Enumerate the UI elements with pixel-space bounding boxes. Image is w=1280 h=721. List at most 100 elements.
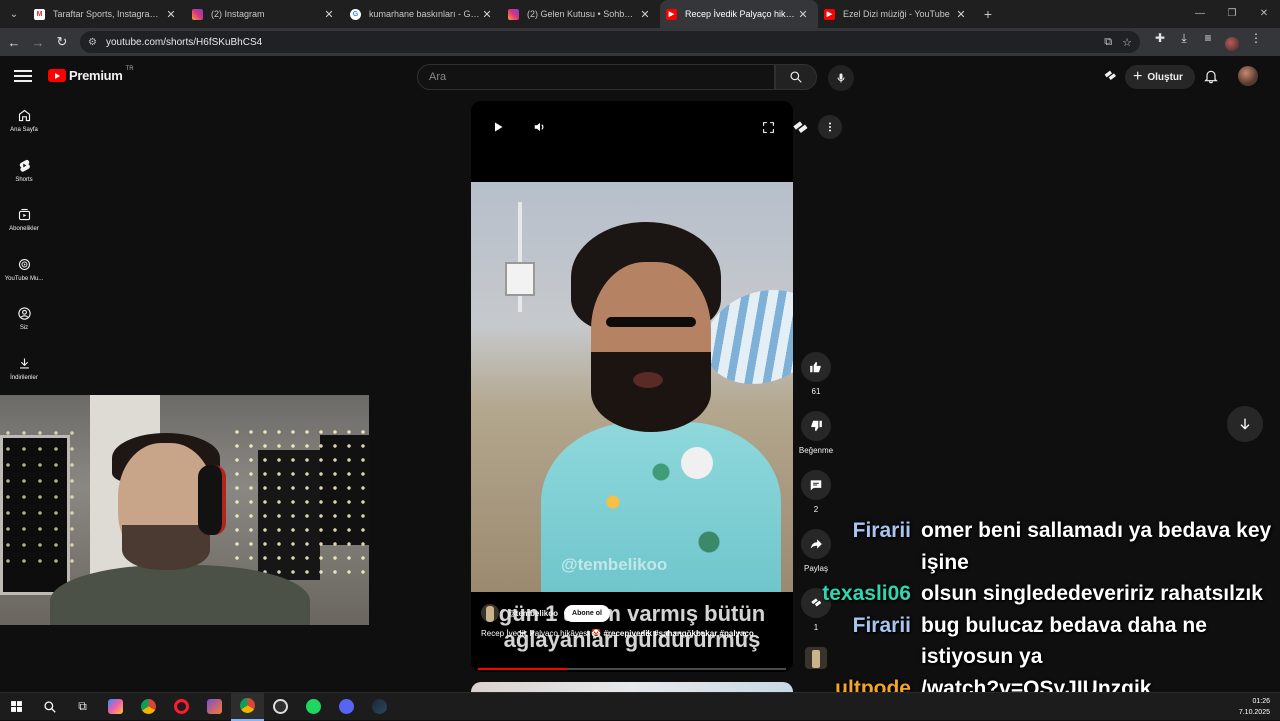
site-info-icon[interactable]: ⚙ — [88, 37, 102, 48]
taskbar-app-spotify[interactable] — [297, 693, 330, 721]
guide-item-shorts[interactable]: Shorts — [0, 146, 48, 196]
browser-profile-avatar[interactable] — [1220, 31, 1244, 54]
taskbar-app-copilot[interactable] — [99, 693, 132, 721]
remix-icon[interactable] — [790, 118, 810, 138]
like-button[interactable]: 61 — [798, 352, 834, 396]
close-tab-icon[interactable]: ✕ — [638, 8, 652, 21]
guide-label: YouTube Mu... — [4, 275, 44, 282]
guide-item-you[interactable]: Siz — [0, 294, 48, 344]
tab-title: kumarhane baskınları - Google — [369, 9, 480, 19]
taskbar-app-obs[interactable] — [264, 693, 297, 721]
taskbar-app-chrome[interactable] — [132, 693, 165, 721]
guide-item-youtube-music[interactable]: YouTube Mu... — [0, 245, 48, 295]
downloads-icon[interactable]: ⤓ — [1172, 31, 1196, 54]
chat-text: olsun singlededeveririz rahatsılzık — [921, 582, 1263, 605]
chat-text: bug bulucaz bedava daha ne istiyosun ya — [921, 613, 1207, 669]
taskbar-app-steam[interactable] — [363, 693, 396, 721]
search-input[interactable] — [429, 71, 763, 83]
description-hashtags[interactable]: #recepivedik #şahangökbakar #palyaço — [603, 629, 753, 638]
tab-search-icon[interactable]: ⌄ — [0, 0, 28, 28]
close-tab-icon[interactable]: ✕ — [164, 8, 178, 21]
address-bar[interactable]: ⚙ youtube.com/shorts/H6fSKuBhCS4 ⧉ ☆ — [80, 31, 1140, 53]
reload-icon[interactable]: ↻ — [50, 30, 74, 54]
next-short-button[interactable] — [1227, 406, 1263, 442]
chrome-icon — [141, 699, 156, 714]
voice-search-button[interactable] — [828, 65, 854, 91]
youtube-header: Premium TR + Oluştur — [0, 56, 1280, 96]
start-button[interactable] — [0, 693, 33, 721]
browser-tab-6[interactable]: ▶ Ezel Dizi müziği - YouTube ✕ — [818, 0, 976, 28]
browser-tab-2[interactable]: (2) Instagram ✕ — [186, 0, 344, 28]
progress-bar[interactable] — [478, 668, 786, 670]
play-button[interactable] — [488, 117, 508, 137]
fullscreen-button[interactable] — [758, 117, 778, 137]
guide-item-home[interactable]: Ana Sayfa — [0, 96, 48, 146]
guide-item-subscriptions[interactable]: Abonelikler — [0, 195, 48, 245]
taskbar-search[interactable] — [33, 693, 66, 721]
media-control-icon[interactable]: ≡ — [1196, 31, 1220, 54]
youtube-premium-logo[interactable]: Premium TR — [48, 66, 134, 83]
restore-icon[interactable]: ❐ — [1216, 0, 1248, 28]
create-button[interactable]: + Oluştur — [1125, 65, 1195, 89]
chat-username: Firarii — [852, 613, 911, 637]
system-clock[interactable]: 01:26 7.10.2025 — [1239, 696, 1270, 718]
new-tab-button[interactable]: + — [976, 6, 1000, 22]
comments-button[interactable]: 2 — [798, 470, 834, 514]
minimize-icon[interactable]: — — [1184, 0, 1216, 28]
chat-text: omer beni sallamadı ya bedava key işine — [921, 519, 1272, 574]
volume-icon — [534, 122, 544, 132]
install-app-icon[interactable]: ⧉ — [1104, 36, 1112, 49]
remix-icon[interactable] — [1102, 68, 1118, 84]
volume-button[interactable] — [530, 117, 550, 137]
short-metadata: @tembelikoo Abone ol Recep İvedik Palyaç… — [481, 604, 781, 640]
short-description[interactable]: Recep İvedik Palyaço hikâyesi 🤡 #recepiv… — [481, 627, 781, 640]
description-text: Recep İvedik Palyaço hikâyesi 🤡 — [481, 629, 604, 638]
chat-message: Firarii omer beni sallamadı ya bedava ke… — [820, 515, 1280, 578]
taskbar-app-discord[interactable] — [330, 693, 363, 721]
close-window-icon[interactable]: ✕ — [1248, 0, 1280, 28]
extensions-icon[interactable]: ✚ — [1148, 31, 1172, 54]
bookmark-star-icon[interactable]: ☆ — [1122, 36, 1132, 49]
windows-taskbar: ⧉ 01:26 7.10.2025 — [0, 692, 1280, 721]
taskbar-app-chrome-active[interactable] — [231, 692, 264, 721]
account-avatar[interactable] — [1238, 66, 1258, 86]
create-label: Oluştur — [1147, 71, 1183, 83]
app-icon — [207, 699, 222, 714]
play-icon — [495, 122, 503, 132]
taskbar-app-opera[interactable] — [165, 693, 198, 721]
browser-tab-1[interactable]: M Taraftar Sports, Instagram: ""Bu ✕ — [28, 0, 186, 28]
close-tab-icon[interactable]: ✕ — [480, 8, 494, 21]
browser-tab-3[interactable]: G kumarhane baskınları - Google ✕ — [344, 0, 502, 28]
search-button[interactable] — [775, 64, 817, 90]
subscribe-button[interactable]: Abone ol — [564, 604, 610, 622]
dislike-label: Beğenme — [798, 446, 834, 455]
menu-icon[interactable] — [14, 70, 32, 82]
browser-tab-4[interactable]: (2) Gelen Kutusu • Sohbetler ✕ — [502, 0, 660, 28]
shorts-player[interactable]: @tembelikoo gün 1 adam varmış bütün ağla… — [471, 101, 793, 672]
like-count: 61 — [811, 387, 821, 396]
browser-tab-5[interactable]: ▶ Recep İvedik Palyaço hikâyesi ✕ — [660, 0, 818, 28]
youtube-icon: ▶ — [666, 8, 677, 20]
forward-icon[interactable]: → — [26, 30, 50, 54]
notifications-bell-icon[interactable] — [1203, 68, 1219, 84]
back-icon[interactable]: ← — [2, 30, 26, 54]
window-controls: — ❐ ✕ — [1184, 0, 1280, 28]
guide-item-downloads[interactable]: İndirilenler — [0, 344, 48, 394]
browser-menu-icon[interactable]: ⋮ — [1244, 31, 1268, 54]
mini-guide: Ana Sayfa Shorts Abonelikler YouTube Mu.… — [0, 96, 48, 393]
comment-count: 2 — [813, 505, 819, 514]
close-tab-icon[interactable]: ✕ — [954, 8, 968, 21]
webcam-overlay — [0, 395, 369, 625]
more-options-button[interactable] — [818, 115, 842, 139]
task-view-icon: ⧉ — [78, 699, 87, 713]
close-tab-icon[interactable]: ✕ — [322, 8, 336, 21]
arrow-down-icon — [1240, 418, 1250, 430]
task-view[interactable]: ⧉ — [66, 693, 99, 721]
close-tab-icon[interactable]: ✕ — [796, 8, 810, 21]
channel-name[interactable]: @tembelikoo — [508, 609, 558, 618]
dislike-button[interactable]: Beğenme — [798, 411, 834, 455]
clock-time: 01:26 — [1252, 698, 1270, 705]
video-watermark: @tembelikoo — [561, 555, 668, 574]
channel-avatar[interactable] — [481, 604, 499, 622]
taskbar-app-affinity[interactable] — [198, 693, 231, 721]
